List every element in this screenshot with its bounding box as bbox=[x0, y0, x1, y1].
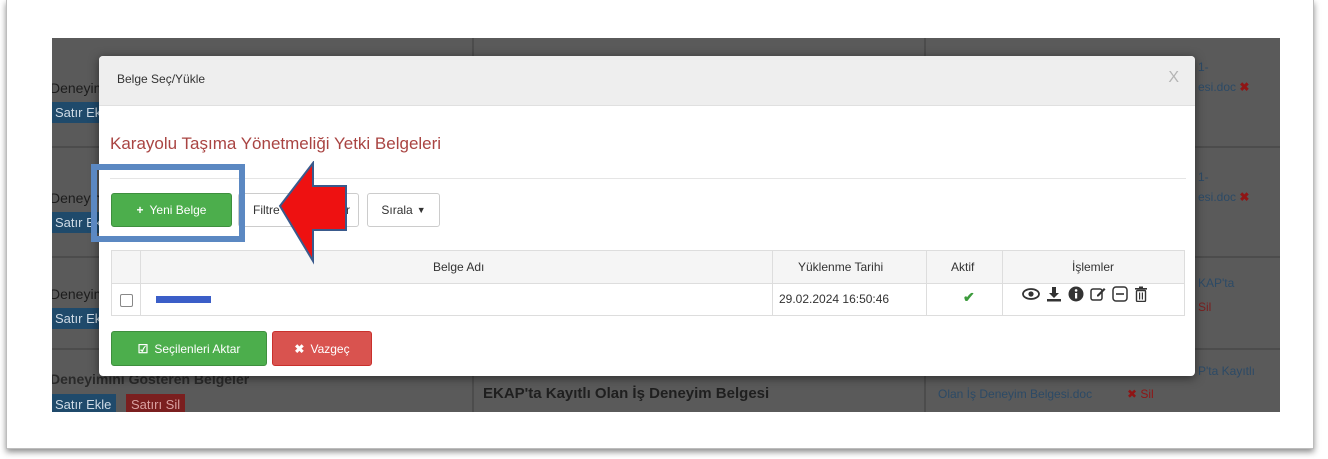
caret-down-icon: ▼ bbox=[416, 205, 426, 215]
table-header: Belge Adı Yüklenme Tarihi Aktif İşlemler bbox=[112, 251, 1184, 284]
bg-file-link[interactable]: esi.doc ✖ bbox=[1198, 190, 1249, 204]
minus-square-icon[interactable] bbox=[1112, 286, 1128, 307]
cancel-button[interactable]: ✖ Vazgeç bbox=[272, 331, 372, 366]
bg-file-link[interactable]: Olan İş Deneyim Belgesi.doc bbox=[938, 387, 1092, 401]
header-aktif: Aktif bbox=[951, 260, 975, 274]
check-square-icon: ☑ bbox=[137, 341, 149, 356]
transfer-selected-button[interactable]: ☑ Seçilenleri Aktar bbox=[111, 331, 267, 366]
highlight-box bbox=[91, 164, 245, 242]
header-belge-adi: Belge Adı bbox=[433, 260, 485, 274]
column-divider bbox=[926, 251, 927, 315]
column-divider bbox=[772, 251, 773, 315]
cancel-label: Vazgeç bbox=[310, 341, 350, 356]
row-actions bbox=[1022, 286, 1148, 307]
bg-file-link-text: esi.doc bbox=[1198, 190, 1237, 204]
eye-icon[interactable] bbox=[1022, 286, 1040, 307]
transfer-selected-label: Seçilenleri Aktar bbox=[154, 341, 241, 356]
close-icon: ✖ bbox=[294, 341, 305, 356]
sort-label: Sırala bbox=[381, 203, 413, 217]
bg-row-label: Deneyim bbox=[52, 80, 106, 96]
bg-file-link[interactable]: esi.doc ✖ bbox=[1198, 80, 1249, 94]
filter-label: Filtre bbox=[253, 203, 280, 217]
bg-delete-link[interactable]: Sil bbox=[1198, 300, 1211, 314]
modal-header: Belge Seç/Yükle X bbox=[99, 56, 1195, 106]
bg-fragment: 1- bbox=[1198, 170, 1209, 184]
bg-cell-title: EKAP'ta Kayıtlı Olan İş Deneyim Belgesi bbox=[483, 385, 770, 402]
delete-icon[interactable]: ✖ bbox=[1239, 80, 1249, 94]
info-icon[interactable] bbox=[1068, 286, 1084, 307]
modal-title: Belge Seç/Yükle bbox=[117, 72, 206, 86]
section-title: Karayolu Taşıma Yönetmeliği Yetki Belgel… bbox=[110, 134, 442, 153]
bg-delete-link[interactable]: ✖ Sil bbox=[1127, 387, 1154, 401]
download-icon[interactable] bbox=[1046, 286, 1062, 307]
pointer-arrow-icon bbox=[278, 161, 347, 265]
screenshot-frame: Deneyim Satır Ekle Deneyim Satır Ekle De… bbox=[6, 0, 1314, 449]
bg-file-link-text: esi.doc bbox=[1198, 80, 1237, 94]
edit-icon[interactable] bbox=[1090, 286, 1106, 307]
documents-table: Belge Adı Yüklenme Tarihi Aktif İşlemler… bbox=[111, 250, 1185, 316]
trash-icon[interactable] bbox=[1134, 286, 1148, 307]
delete-icon[interactable]: ✖ bbox=[1239, 190, 1249, 204]
header-yuklenme-tarihi: Yüklenme Tarihi bbox=[798, 260, 884, 274]
bg-add-row-button[interactable]: Satır Ekle bbox=[52, 394, 117, 412]
divider bbox=[110, 178, 1186, 179]
belge-sec-modal: Belge Seç/Yükle X Karayolu Taşıma Yönetm… bbox=[99, 56, 1195, 376]
column-divider bbox=[1002, 251, 1003, 315]
bg-delete-row-button[interactable]: Satırı Sil bbox=[126, 394, 186, 412]
active-check-icon: ✔ bbox=[963, 289, 975, 305]
row-select-checkbox[interactable] bbox=[120, 294, 133, 307]
modal-close-button[interactable]: X bbox=[1168, 69, 1179, 87]
bg-fragment: 1- bbox=[1198, 60, 1209, 74]
header-islemler: İşlemler bbox=[1072, 260, 1115, 274]
bg-fragment: KAP'ta bbox=[1198, 276, 1235, 290]
upload-date: 29.02.2024 16:50:46 bbox=[779, 292, 890, 306]
column-divider bbox=[140, 251, 141, 315]
sort-dropdown-button[interactable]: Sırala ▼ bbox=[367, 193, 440, 227]
bg-row-label: Deneyim bbox=[52, 286, 106, 302]
redacted-document-name[interactable] bbox=[156, 296, 211, 303]
bg-fragment: P'ta Kayıtlı bbox=[1198, 364, 1255, 378]
